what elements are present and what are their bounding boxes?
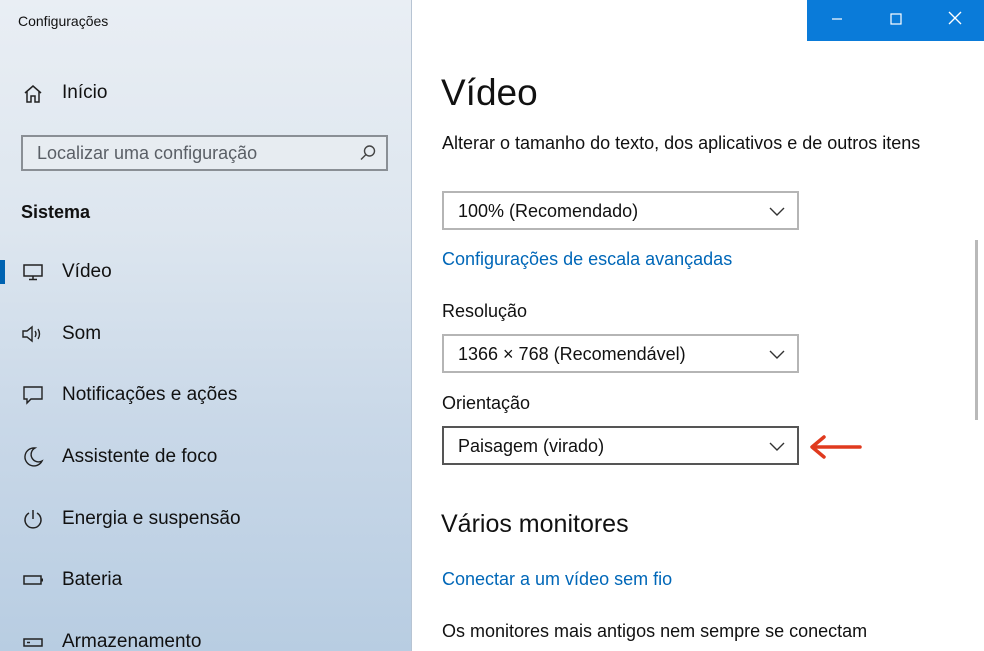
sidebar-home-label: Início: [62, 82, 108, 103]
advanced-scaling-link[interactable]: Configurações de escala avançadas: [442, 249, 732, 270]
battery-icon: [20, 567, 46, 593]
sidebar-item-label: Som: [62, 323, 102, 344]
wireless-display-link[interactable]: Conectar a um vídeo sem fio: [442, 569, 672, 590]
sidebar-item-label: Vídeo: [62, 261, 112, 282]
main-content: Vídeo Alterar o tamanho do texto, dos ap…: [412, 0, 984, 651]
scale-value: 100% (Recomendado): [458, 201, 639, 221]
notification-icon: [20, 382, 46, 408]
older-monitors-text: Os monitores mais antigos nem sempre se …: [442, 621, 868, 641]
resolution-dropdown[interactable]: 1366 × 768 (Recomendável): [442, 334, 799, 373]
storage-icon: [20, 629, 46, 651]
sidebar-item-label: Assistente de foco: [62, 446, 218, 467]
sidebar-item-label: Armazenamento: [62, 631, 202, 651]
scale-dropdown[interactable]: 100% (Recomendado): [442, 191, 799, 230]
power-icon: [20, 506, 46, 532]
chevron-down-icon: [769, 204, 785, 216]
close-icon: [948, 11, 962, 30]
resolution-value: 1366 × 768 (Recomendável): [458, 344, 686, 364]
scrollbar[interactable]: [975, 240, 978, 420]
sidebar-item-label: Bateria: [62, 569, 123, 590]
resolution-label: Resolução: [442, 301, 528, 321]
page-title: Vídeo: [441, 72, 538, 113]
multi-monitors-heading: Vários monitores: [441, 510, 629, 538]
window-controls: [807, 0, 984, 41]
sidebar-item-video[interactable]: Vídeo: [0, 252, 411, 292]
chevron-down-icon: [769, 347, 785, 359]
selected-indicator: [0, 260, 5, 284]
home-icon: [20, 81, 46, 107]
minimize-button[interactable]: [807, 0, 866, 41]
orientation-dropdown[interactable]: Paisagem (virado): [442, 426, 799, 465]
orientation-value: Paisagem (virado): [458, 436, 605, 456]
maximize-icon: [889, 12, 902, 30]
speaker-icon: [20, 321, 46, 347]
sidebar-home[interactable]: Início: [0, 78, 411, 110]
sidebar-item-energia[interactable]: Energia e suspensão: [0, 499, 411, 539]
maximize-button[interactable]: [866, 0, 925, 41]
section-title: Sistema: [21, 202, 91, 222]
sidebar-item-label: Notificações e ações: [62, 384, 238, 405]
sidebar-item-bateria[interactable]: Bateria: [0, 560, 411, 600]
sidebar-item-assistente-foco[interactable]: Assistente de foco: [0, 437, 411, 477]
moon-icon: [20, 444, 46, 470]
app-title: Configurações: [18, 13, 109, 29]
scale-description: Alterar o tamanho do texto, dos aplicati…: [442, 133, 921, 153]
sidebar-item-som[interactable]: Som: [0, 314, 411, 354]
search-box[interactable]: [21, 135, 388, 171]
minimize-icon: [831, 12, 843, 30]
sidebar-item-label: Energia e suspensão: [62, 508, 241, 529]
sidebar: Configurações Início Sistema Vídeo Som N…: [0, 0, 412, 651]
sidebar-item-notificacoes[interactable]: Notificações e ações: [0, 375, 411, 415]
orientation-label: Orientação: [442, 393, 531, 413]
monitor-icon: [20, 259, 46, 285]
search-icon[interactable]: [358, 143, 378, 163]
close-button[interactable]: [925, 0, 984, 41]
sidebar-item-armazenamento[interactable]: Armazenamento: [0, 622, 411, 651]
annotation-arrow-icon: [804, 433, 864, 461]
chevron-down-icon: [769, 439, 785, 451]
search-input[interactable]: [23, 137, 353, 169]
